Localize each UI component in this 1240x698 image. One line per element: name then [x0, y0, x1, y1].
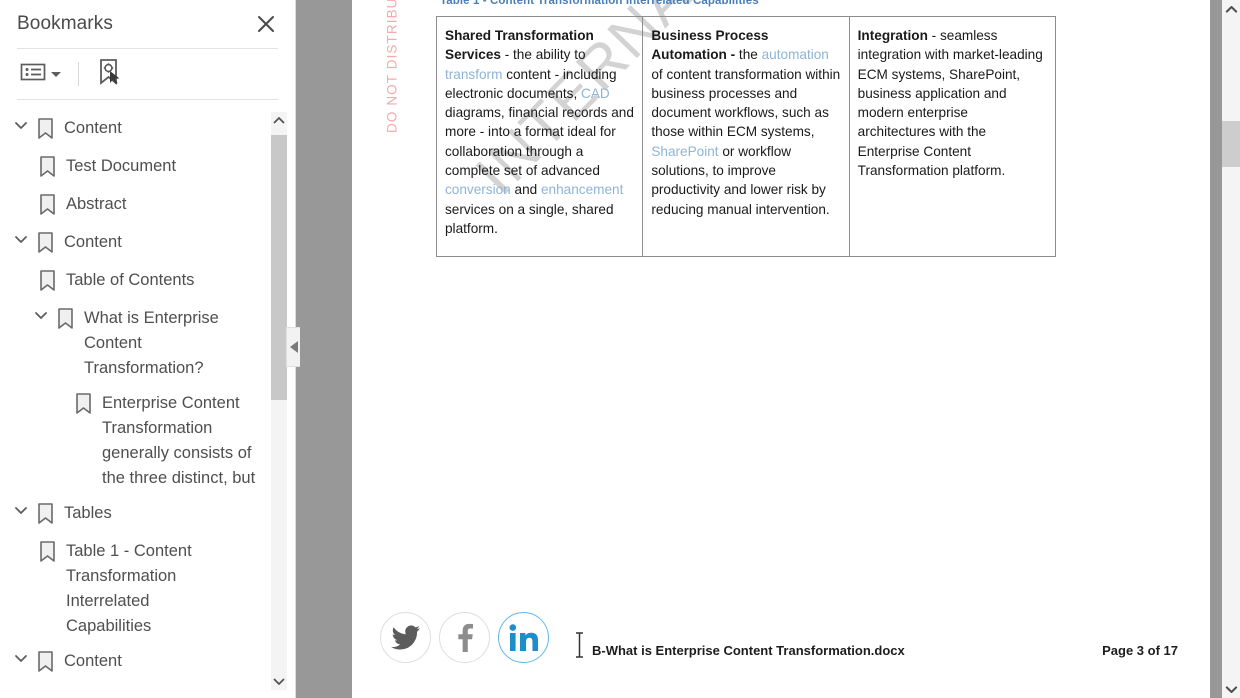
bookmarks-scroll-down-icon[interactable] — [271, 673, 287, 690]
bookmark-icon — [36, 262, 58, 292]
bookmark-icon — [36, 533, 58, 563]
bookmark-icon — [34, 110, 56, 140]
bookmarks-toolbar — [0, 49, 295, 99]
inline-link[interactable]: enhancement — [541, 182, 623, 197]
document-scrollbar-thumb[interactable] — [1222, 121, 1240, 167]
document-gutter — [1210, 0, 1222, 698]
cell-text: - seamless integration with market-leadi… — [857, 28, 1043, 179]
cell-title: Integration — [857, 28, 928, 43]
capabilities-table: Shared Transformation Services - the abi… — [436, 16, 1056, 257]
inline-link[interactable]: transform — [445, 67, 502, 82]
footer-document-name: B-What is Enterprise Content Transformat… — [592, 643, 905, 658]
cell-text: diagrams, financial records and more - i… — [445, 105, 634, 179]
bookmarks-scrollbar[interactable] — [271, 112, 287, 690]
chevron-down-icon — [51, 71, 61, 77]
bookmark-item-label: Content — [64, 233, 122, 251]
chevron-down-icon[interactable] — [8, 224, 34, 244]
close-icon[interactable] — [253, 11, 279, 37]
chevron-down-icon[interactable] — [8, 110, 34, 130]
bookmark-item[interactable]: Table of Contents — [0, 262, 270, 300]
list-options-icon — [20, 62, 46, 87]
bookmark-icon — [54, 300, 76, 330]
document-scroll-down-icon[interactable] — [1222, 680, 1240, 698]
bookmarks-panel: Bookmarks Content Test Document Abstract… — [0, 0, 296, 698]
triangle-left-icon — [289, 341, 298, 353]
bookmark-item-label: Content — [64, 652, 122, 670]
bookmark-item[interactable]: Content — [0, 224, 270, 262]
capability-cell: Integration - seamless integration with … — [850, 17, 1055, 256]
bookmark-item-label: Table of Contents — [66, 271, 195, 289]
bookmarks-scrollbar-thumb[interactable] — [271, 135, 287, 400]
chevron-down-icon[interactable] — [28, 300, 54, 320]
text-cursor-ibeam — [574, 632, 585, 658]
toolbar-divider-bottom — [17, 99, 278, 100]
cell-text: - the ability to — [500, 47, 586, 63]
bookmarks-tree[interactable]: Content Test Document Abstract Content Table… — [0, 102, 270, 687]
social-icons-row — [380, 612, 549, 663]
bookmark-icon — [34, 643, 56, 673]
bookmark-item[interactable]: Content — [0, 643, 270, 681]
cell-text: and — [510, 182, 541, 198]
chevron-down-icon[interactable] — [8, 495, 34, 515]
inline-link[interactable]: conversion — [445, 182, 511, 197]
bookmark-icon — [72, 385, 94, 415]
bookmark-item[interactable]: Tables — [0, 495, 270, 533]
bookmark-options-button[interactable] — [17, 57, 64, 91]
collapse-sidebar-handle[interactable] — [286, 327, 300, 367]
bookmark-item[interactable]: Test Document — [0, 148, 270, 186]
bookmark-item-label: Abstract — [66, 195, 127, 213]
inline-link[interactable]: automation — [762, 47, 829, 62]
new-bookmark-icon — [96, 58, 122, 91]
capability-cell: Shared Transformation Services - the abi… — [437, 17, 644, 256]
bookmark-item-label: Tables — [64, 504, 112, 522]
bookmark-item[interactable]: Abstract — [0, 186, 270, 224]
chevron-down-icon[interactable] — [8, 643, 34, 663]
bookmark-icon — [36, 186, 58, 216]
bookmark-item-label: Content — [64, 119, 122, 137]
inline-link[interactable]: SharePoint — [651, 144, 718, 159]
bookmark-icon — [34, 495, 56, 525]
bookmark-item[interactable]: What is Enterprise Content Transformatio… — [0, 300, 270, 385]
document-scrollbar[interactable] — [1222, 0, 1240, 698]
bookmark-item[interactable]: Table 1 - Content Transformation Interre… — [0, 533, 270, 643]
inline-link[interactable]: CAD — [581, 86, 610, 101]
table-caption: Table 1 - Content Transformation Interre… — [440, 0, 759, 7]
cell-text: the — [735, 47, 762, 63]
capability-cell: Business Process Automation - the automa… — [643, 17, 850, 256]
page-footer: B-What is Enterprise Content Transformat… — [352, 606, 1240, 698]
twitter-icon[interactable] — [380, 612, 431, 663]
pdf-reader-window: Bookmarks Content Test Document Abstract… — [0, 0, 1240, 698]
linkedin-icon[interactable] — [498, 612, 549, 663]
new-bookmark-button[interactable] — [93, 57, 125, 91]
footer-page-indicator: Page 3 of 17 — [1102, 643, 1178, 658]
document-view[interactable]: DO NOT DISTRIBUTE INTERNAL USE ONLY Tabl… — [352, 0, 1240, 698]
bookmarks-scroll-up-icon[interactable] — [271, 112, 287, 129]
bookmark-icon — [34, 224, 56, 254]
cell-text: of content transformation within busines… — [651, 66, 841, 140]
bookmark-item-label: Enterprise Content Transformation genera… — [102, 394, 256, 487]
document-scroll-up-icon[interactable] — [1222, 0, 1240, 18]
document-page: DO NOT DISTRIBUTE INTERNAL USE ONLY Tabl… — [352, 0, 1240, 698]
bookmark-item[interactable]: Content — [0, 110, 270, 148]
bookmarks-header: Bookmarks — [0, 0, 295, 48]
bookmark-item[interactable]: Enterprise Content Transformation genera… — [0, 385, 270, 495]
cell-text: services on a single, shared platform. — [445, 201, 614, 236]
bookmark-item-label: What is Enterprise Content Transformatio… — [84, 309, 219, 377]
bookmark-icon — [36, 148, 58, 178]
bookmarks-title: Bookmarks — [17, 13, 113, 34]
bookmark-item-label: Table 1 - Content Transformation Interre… — [66, 542, 192, 635]
panel-gutter — [286, 0, 352, 698]
facebook-icon[interactable] — [439, 612, 490, 663]
bookmark-item-label: Test Document — [66, 157, 177, 175]
toolbar-divider — [78, 62, 79, 86]
do-not-distribute-stamp: DO NOT DISTRIBUTE — [384, 0, 400, 133]
document-right-edge — [1210, 0, 1240, 698]
